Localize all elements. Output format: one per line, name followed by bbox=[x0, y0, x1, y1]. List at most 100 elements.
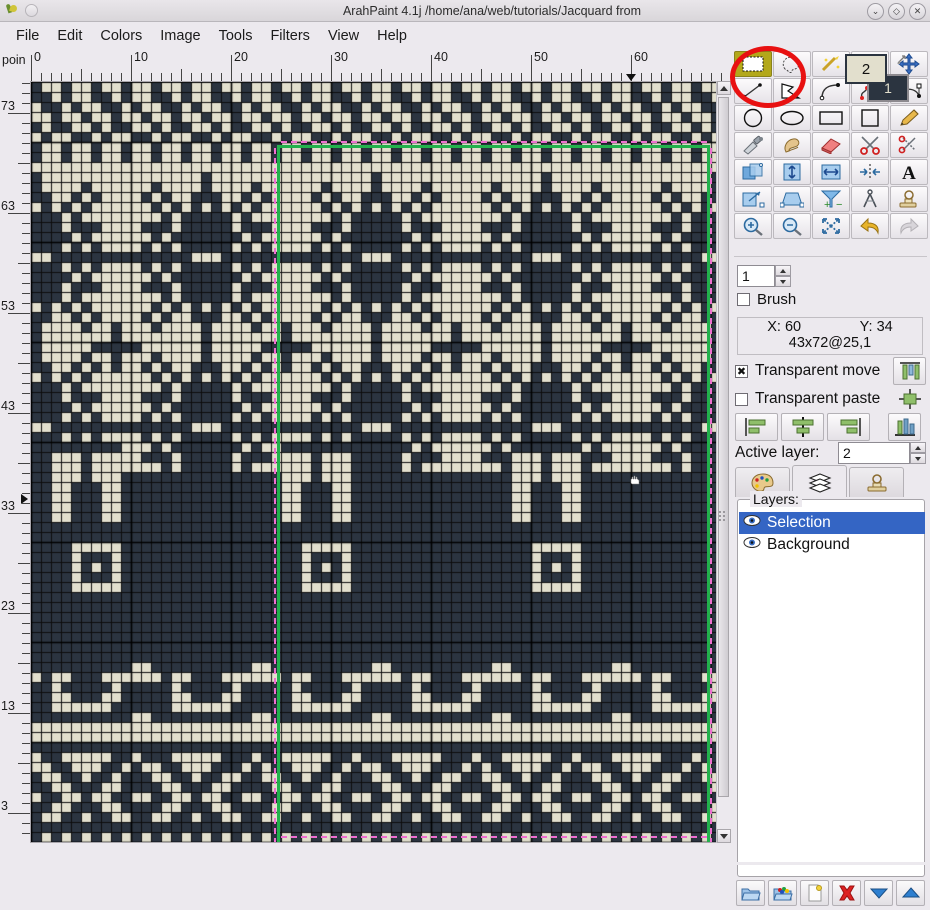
selection-marquee-dash bbox=[641, 836, 647, 838]
tool-rotate-layer[interactable] bbox=[734, 159, 772, 185]
ruler-tick bbox=[22, 383, 30, 384]
tool-transform[interactable] bbox=[734, 186, 772, 212]
tool-flip-horizontal[interactable] bbox=[812, 159, 850, 185]
active-layer-increment-button[interactable] bbox=[910, 442, 926, 453]
tool-zoom-fit[interactable] bbox=[812, 213, 850, 239]
align-right-button[interactable] bbox=[827, 413, 870, 441]
tool-line[interactable] bbox=[734, 78, 772, 104]
flip-vertical-icon bbox=[781, 162, 803, 182]
new-layer-button[interactable] bbox=[800, 880, 829, 906]
selection-marquee-dash bbox=[541, 141, 547, 143]
delete-layer-button[interactable] bbox=[832, 880, 861, 906]
ruler-tick bbox=[22, 83, 30, 84]
transparent-move-checkbox[interactable]: ✖ bbox=[735, 364, 748, 378]
active-layer-stepper[interactable] bbox=[910, 442, 926, 464]
menu-item-tools[interactable]: Tools bbox=[210, 26, 262, 46]
selection-marquee-dash bbox=[274, 188, 276, 194]
open-palette-folder-button[interactable] bbox=[768, 880, 797, 906]
brush-checkbox[interactable] bbox=[737, 293, 750, 306]
resize-grip-icon[interactable] bbox=[718, 510, 728, 524]
tool-smudge[interactable] bbox=[773, 132, 811, 158]
ruler-tick bbox=[71, 73, 72, 81]
tool-pencil[interactable] bbox=[890, 105, 928, 131]
horizontal-scrollbar[interactable] bbox=[30, 845, 730, 863]
align-center-both-button[interactable] bbox=[893, 386, 926, 412]
foreground-color-swatch[interactable]: 2 bbox=[845, 54, 887, 84]
window-menu-icon[interactable] bbox=[25, 4, 38, 17]
size-input[interactable]: 1 bbox=[737, 265, 775, 287]
tool-polygon[interactable] bbox=[773, 78, 811, 104]
menu-item-help[interactable]: Help bbox=[368, 26, 416, 46]
tool-text[interactable]: A bbox=[890, 159, 928, 185]
size-stepper[interactable] bbox=[775, 265, 791, 287]
layer-item[interactable]: Background bbox=[739, 534, 925, 556]
eye-visibility-icon[interactable] bbox=[743, 536, 761, 554]
tool-eraser[interactable] bbox=[812, 132, 850, 158]
ruler-tick bbox=[18, 263, 30, 264]
tool-rectangle-outline[interactable] bbox=[812, 105, 850, 131]
size-decrement-button[interactable] bbox=[775, 276, 791, 287]
vertical-scrollbar[interactable] bbox=[716, 81, 731, 843]
tool-circle[interactable] bbox=[734, 105, 772, 131]
selection-marquee-dash bbox=[671, 141, 677, 143]
selection-marquee-dash bbox=[531, 836, 537, 838]
pattern-grid[interactable] bbox=[31, 82, 729, 842]
tool-zoom-out[interactable] bbox=[773, 213, 811, 239]
tool-undo[interactable] bbox=[851, 213, 889, 239]
active-layer-decrement-button[interactable] bbox=[910, 453, 926, 464]
tool-stamp[interactable] bbox=[890, 186, 928, 212]
menu-item-filters[interactable]: Filters bbox=[261, 26, 318, 46]
tool-redo[interactable] bbox=[890, 213, 928, 239]
tool-lasso-select[interactable] bbox=[773, 51, 811, 77]
tool-scissors-cut[interactable] bbox=[851, 132, 889, 158]
menu-item-file[interactable]: File bbox=[7, 26, 48, 46]
distribute-vertical-button[interactable] bbox=[893, 357, 926, 385]
tool-perspective[interactable] bbox=[773, 186, 811, 212]
close-button[interactable]: ✕ bbox=[909, 3, 926, 20]
selection-marquee-dash bbox=[581, 141, 587, 143]
new-layer-icon bbox=[808, 884, 822, 902]
menu-item-edit[interactable]: Edit bbox=[48, 26, 91, 46]
tool-square[interactable] bbox=[851, 105, 889, 131]
menu-item-colors[interactable]: Colors bbox=[91, 26, 151, 46]
active-layer-input[interactable]: 2 bbox=[838, 442, 910, 464]
selection-marquee-dash bbox=[701, 836, 707, 838]
menu-item-image[interactable]: Image bbox=[151, 26, 209, 46]
brush-option-row[interactable]: Brush bbox=[737, 291, 796, 308]
selection-marquee-dash bbox=[274, 418, 276, 424]
menu-item-view[interactable]: View bbox=[319, 26, 368, 46]
scroll-down-button[interactable] bbox=[717, 829, 731, 843]
align-center-horizontal-button[interactable] bbox=[781, 413, 824, 441]
tool-compass[interactable] bbox=[851, 186, 889, 212]
vertical-ruler[interactable]: 73 63 53 43 33 23 13 3 bbox=[0, 81, 30, 843]
selection-marquee-dash bbox=[710, 768, 712, 774]
align-bottom-button[interactable] bbox=[888, 413, 921, 441]
image-canvas[interactable] bbox=[30, 81, 730, 843]
tool-ellipse[interactable] bbox=[773, 105, 811, 131]
transparent-paste-row[interactable]: Transparent paste bbox=[735, 387, 926, 411]
vertical-scroll-thumb[interactable] bbox=[718, 97, 729, 797]
move-layer-up-button[interactable] bbox=[896, 880, 925, 906]
tab-stamp[interactable] bbox=[849, 467, 904, 497]
open-folder-button[interactable] bbox=[736, 880, 765, 906]
scroll-up-button[interactable] bbox=[717, 81, 731, 95]
maximize-button[interactable]: ◇ bbox=[888, 3, 905, 20]
eraser-icon bbox=[819, 136, 843, 154]
tool-airbrush[interactable] bbox=[734, 132, 772, 158]
tool-weave-insert[interactable]: + − bbox=[812, 186, 850, 212]
tool-flip-vertical[interactable] bbox=[773, 159, 811, 185]
horizontal-ruler[interactable]: 010203040506070 bbox=[30, 49, 730, 81]
tool-mirror-merge[interactable] bbox=[851, 159, 889, 185]
swap-colors-icon[interactable] bbox=[895, 52, 911, 68]
minimize-button[interactable]: ⌄ bbox=[867, 3, 884, 20]
tool-rectangle-select[interactable] bbox=[734, 51, 772, 77]
tool-scissors-dots[interactable] bbox=[890, 132, 928, 158]
move-layer-down-button[interactable] bbox=[864, 880, 893, 906]
align-left-button[interactable] bbox=[735, 413, 778, 441]
transparent-move-row[interactable]: ✖ Transparent move bbox=[735, 357, 926, 385]
layer-item[interactable]: Selection bbox=[739, 512, 925, 534]
eye-visibility-icon[interactable] bbox=[743, 514, 761, 532]
tool-zoom-in[interactable] bbox=[734, 213, 772, 239]
size-increment-button[interactable] bbox=[775, 265, 791, 276]
transparent-paste-checkbox[interactable] bbox=[735, 392, 748, 406]
